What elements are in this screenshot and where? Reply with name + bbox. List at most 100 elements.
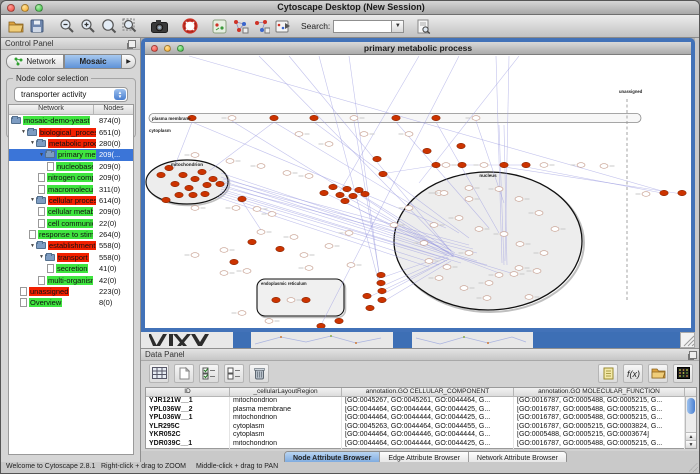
network-node[interactable]	[440, 191, 448, 196]
tab-network[interactable]: Network	[6, 54, 64, 69]
tree-row[interactable]: Overview8(0)	[9, 297, 133, 308]
network-node[interactable]	[305, 174, 313, 179]
network-node[interactable]	[238, 311, 246, 316]
network-node[interactable]	[257, 230, 265, 235]
network-node[interactable]	[500, 232, 508, 237]
zoom-selected-icon[interactable]	[98, 16, 119, 36]
network-node-highlighted[interactable]	[317, 323, 325, 328]
network-node-highlighted[interactable]	[500, 162, 508, 167]
network-node-highlighted[interactable]	[423, 148, 431, 153]
network-node[interactable]	[390, 223, 398, 228]
new-attribute-icon[interactable]	[174, 364, 194, 383]
network-node[interactable]	[257, 164, 265, 169]
network-node[interactable]	[350, 116, 358, 121]
network-node[interactable]	[191, 153, 199, 158]
network-node-highlighted[interactable]	[343, 186, 351, 191]
tree-row[interactable]: ▼primary metabo209(...	[9, 149, 133, 160]
expand-triangle-icon[interactable]: ▼	[29, 197, 36, 203]
unselect-attributes-icon[interactable]	[224, 364, 244, 383]
tree-row[interactable]: ▼metabolic process280(0)	[9, 138, 133, 149]
network-view-icon[interactable]	[251, 16, 272, 36]
network-node-highlighted[interactable]	[366, 305, 374, 310]
network-node-highlighted[interactable]	[302, 297, 310, 302]
network-node-highlighted[interactable]	[363, 293, 371, 298]
tree-row[interactable]: nucleobase-209(0)	[9, 161, 133, 172]
network-node[interactable]	[420, 241, 428, 246]
table-row[interactable]: YKR052Ccytoplasm[GO:0044464, GO:0044446,…	[146, 431, 696, 440]
network-node-highlighted[interactable]	[335, 318, 343, 323]
network-node-highlighted[interactable]	[458, 162, 466, 167]
network-node[interactable]	[533, 269, 541, 274]
network-node[interactable]	[405, 132, 413, 137]
network-node[interactable]	[642, 192, 650, 197]
network-node-highlighted[interactable]	[157, 172, 165, 177]
network-node[interactable]	[472, 116, 480, 121]
tree-row[interactable]: cell communicat22(0)	[9, 218, 133, 229]
annotations-icon[interactable]	[209, 16, 230, 36]
network-node[interactable]	[347, 263, 355, 268]
tree-row[interactable]: ▼biological_process651(0)	[9, 126, 133, 137]
network-window-titlebar[interactable]: primary metabolic process	[145, 42, 691, 55]
network-node[interactable]	[551, 227, 559, 232]
network-node[interactable]	[243, 269, 251, 274]
table-row[interactable]: YPL036W__2plasma membrane[GO:0044464, GO…	[146, 406, 696, 415]
network-node[interactable]	[220, 271, 228, 276]
network-node[interactable]	[495, 273, 503, 278]
network-node-highlighted[interactable]	[248, 239, 256, 244]
node-color-dropdown[interactable]: transporter activity ▲▼	[14, 87, 128, 102]
network-node[interactable]	[455, 216, 463, 221]
network-node-highlighted[interactable]	[179, 172, 187, 177]
network-node-highlighted[interactable]	[171, 181, 179, 186]
search-dropdown-button[interactable]: ▼	[391, 20, 404, 33]
tree-row[interactable]: unassigned223(0)	[9, 286, 133, 297]
tree-row[interactable]: secretion41(0)	[9, 263, 133, 274]
network-node-highlighted[interactable]	[457, 143, 465, 148]
network-node[interactable]	[516, 242, 524, 247]
save-icon[interactable]	[26, 16, 47, 36]
tree-row[interactable]: nitrogen compo209(0)	[9, 172, 133, 183]
delete-attribute-trash-icon[interactable]	[249, 364, 269, 383]
network-node[interactable]	[443, 265, 451, 270]
network-node[interactable]	[485, 281, 493, 286]
network-node-highlighted[interactable]	[392, 115, 400, 120]
network-node[interactable]	[283, 171, 291, 176]
expand-triangle-icon[interactable]: ▼	[29, 243, 36, 249]
network-node[interactable]	[480, 163, 488, 168]
float-panel-icon[interactable]	[128, 40, 136, 48]
network-node-highlighted[interactable]	[272, 297, 280, 302]
snapshot-camera-icon[interactable]	[149, 16, 170, 36]
tree-row[interactable]: ▼transport558(0)	[9, 252, 133, 263]
network-node[interactable]	[515, 197, 523, 202]
tree-row[interactable]: multi-organism pro42(0)	[9, 274, 133, 285]
network-node-highlighted[interactable]	[678, 190, 686, 195]
table-column-header[interactable]: annotation.GO CELLULAR_COMPONENT	[342, 388, 514, 396]
window-resize-grip[interactable]	[680, 332, 695, 348]
table-column-header[interactable]: annotation.GO MOLECULAR_FUNCTION	[514, 388, 685, 396]
network-node[interactable]	[295, 132, 303, 137]
network-node-highlighted[interactable]	[522, 162, 530, 167]
network-node[interactable]	[345, 231, 353, 236]
zoom-out-icon[interactable]	[56, 16, 77, 36]
network-node[interactable]	[325, 142, 333, 147]
network-node[interactable]	[475, 227, 483, 232]
network-node[interactable]	[191, 206, 199, 211]
network-from-selection-icon[interactable]	[230, 16, 251, 36]
network-node-highlighted[interactable]	[660, 190, 668, 195]
network-node[interactable]	[265, 319, 273, 324]
network-node[interactable]	[540, 251, 548, 256]
tab-mosaic[interactable]: Mosaic	[64, 54, 122, 69]
network-node[interactable]	[232, 206, 240, 211]
function-builder-icon[interactable]: f(x)	[623, 364, 643, 383]
network-node[interactable]	[600, 164, 608, 169]
network-node[interactable]	[430, 223, 438, 228]
network-node[interactable]	[405, 206, 413, 211]
network-node-highlighted[interactable]	[185, 185, 193, 190]
network-node-highlighted[interactable]	[189, 192, 197, 197]
network-node[interactable]	[290, 235, 298, 240]
expand-triangle-icon[interactable]: ▼	[38, 152, 45, 158]
network-node[interactable]	[465, 251, 473, 256]
search-input[interactable]	[333, 20, 391, 33]
network-node-highlighted[interactable]	[320, 190, 328, 195]
network-node-highlighted[interactable]	[310, 115, 318, 120]
network-node-highlighted[interactable]	[270, 115, 278, 120]
